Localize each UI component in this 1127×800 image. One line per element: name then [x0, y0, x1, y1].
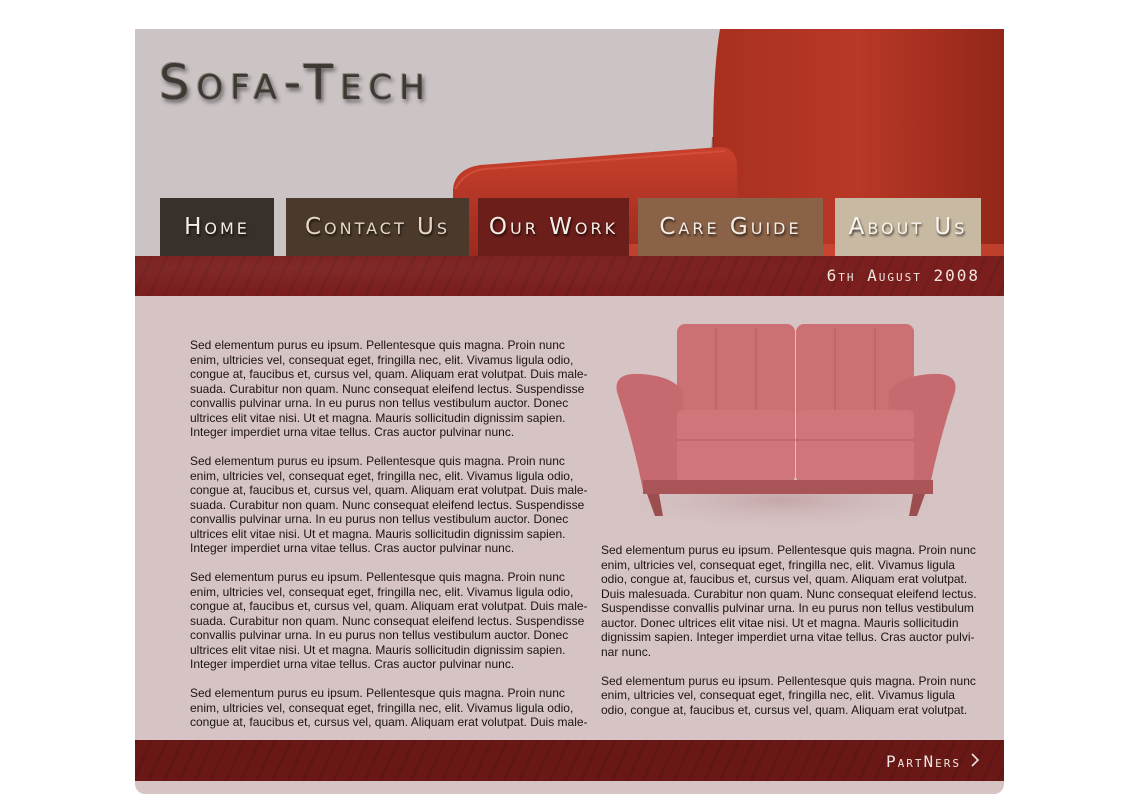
site-header: Sofa-Tech Home Contact Us Our Work Care …	[135, 29, 1004, 256]
paragraph: Sed elementum purus eu ipsum. Pellentesq…	[601, 673, 976, 717]
site-logo[interactable]: Sofa-Tech	[159, 55, 432, 111]
paragraph: Sed elementum purus eu ipsum. Pellentesq…	[190, 454, 588, 555]
paragraph: Sed elementum purus eu ipsum. Pellentesq…	[190, 686, 588, 729]
page-frame: Sofa-Tech Home Contact Us Our Work Care …	[135, 29, 1004, 794]
main-content: Sed elementum purus eu ipsum. Pellentesq…	[135, 296, 1004, 740]
nav-contact-us[interactable]: Contact Us	[286, 198, 469, 256]
footer-bar: PartNers	[135, 740, 1004, 781]
current-date: 6th August 2008	[826, 266, 980, 285]
paragraph: Sed elementum purus eu ipsum. Pellentesq…	[601, 543, 977, 659]
sofa-photo	[593, 324, 973, 534]
nav-about-us[interactable]: About Us	[835, 198, 981, 256]
nav-our-work[interactable]: Our Work	[478, 198, 629, 256]
date-bar: 6th August 2008	[135, 256, 1004, 296]
partners-link[interactable]: PartNers	[886, 752, 980, 771]
left-text-column: Sed elementum purus eu ipsum. Pellentesq…	[190, 338, 590, 740]
right-text-column: Sed elementum purus eu ipsum. Pellentesq…	[601, 543, 981, 732]
chevron-right-icon	[971, 753, 980, 767]
paragraph: Sed elementum purus eu ipsum. Pellentesq…	[190, 570, 588, 671]
nav-care-guide[interactable]: Care Guide	[638, 198, 823, 256]
paragraph: Sed elementum purus eu ipsum. Pellentesq…	[190, 338, 588, 439]
partners-label: PartNers	[885, 752, 961, 771]
nav-home[interactable]: Home	[160, 198, 274, 256]
